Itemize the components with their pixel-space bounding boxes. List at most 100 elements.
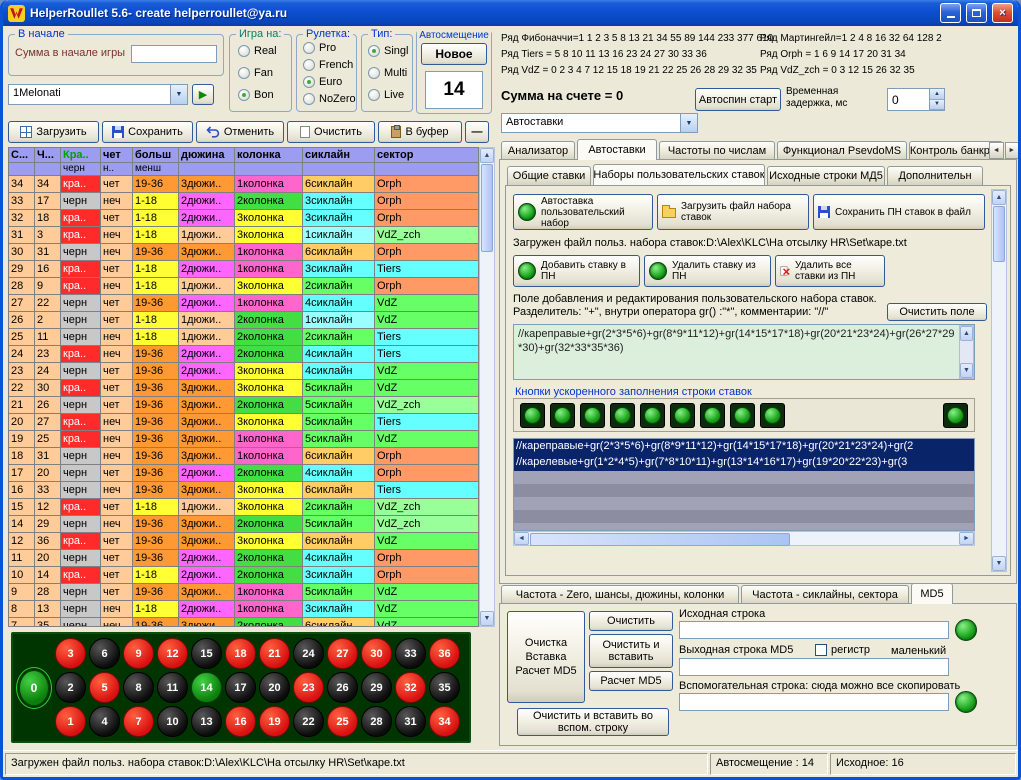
- table-row[interactable]: 813черннеч1-182дюжи..1колонка3сиклайнVdZ: [9, 601, 479, 618]
- minimize-button[interactable]: [940, 3, 961, 23]
- column-header[interactable]: Ч...: [35, 148, 61, 163]
- table-row[interactable]: 1236кра..чет19-363дюжи..3колонка6сиклайн…: [9, 533, 479, 550]
- radio-nozero[interactable]: NoZero: [303, 93, 356, 105]
- save-bet-set-file-button[interactable]: Сохранить ПН ставок в файл: [813, 194, 985, 230]
- scrollbar-track[interactable]: [992, 263, 1006, 556]
- table-row[interactable]: 1925кра..неч19-363дюжи..1колонка5сиклайн…: [9, 431, 479, 448]
- table-row[interactable]: 2324чернчет19-362дюжи..3колонка4сиклайнV…: [9, 363, 479, 380]
- roulette-number[interactable]: 4: [89, 706, 120, 737]
- tab-common-bets[interactable]: Общие ставки: [507, 166, 591, 185]
- roulette-zero[interactable]: 0: [19, 670, 49, 706]
- new-button[interactable]: Новое: [421, 43, 487, 65]
- roulette-number[interactable]: 12: [157, 638, 188, 669]
- tab-freq-zero-chances[interactable]: Частота - Zero, шансы, дюжины, колонки: [501, 585, 739, 604]
- add-bet-button[interactable]: Добавить ставку в ПН: [513, 255, 640, 287]
- md5-helper-action-button[interactable]: [955, 691, 977, 713]
- radio-live[interactable]: Live: [368, 89, 404, 101]
- md5-clear-button[interactable]: Очистить: [589, 611, 673, 631]
- undo-button[interactable]: Отменить: [196, 121, 284, 143]
- table-row[interactable]: 2722чернчет19-362дюжи..1колонка4сиклайнV…: [9, 295, 479, 312]
- table-row[interactable]: 3434кра..чет19-363дюжи..1колонка6сиклайн…: [9, 176, 479, 193]
- md5-clear-paste-helper-button[interactable]: Очистить и вставить во вспом. строку: [517, 708, 669, 736]
- tab-md5-source-strings[interactable]: Исходные строки МД5: [767, 166, 885, 185]
- scrollbar-track[interactable]: [480, 253, 494, 611]
- panel-vertical-scrollbar[interactable]: ▲ ▼: [991, 189, 1007, 572]
- tab-functional-psevdoms[interactable]: Функционал PsevdoMS: [777, 141, 907, 160]
- quick-bet-button-10[interactable]: [943, 403, 968, 428]
- list-item[interactable]: //кареправые+gr(2*3*5*6)+gr(8*9*11*12)+g…: [514, 439, 974, 455]
- quick-bet-button-3[interactable]: [580, 403, 605, 428]
- roulette-number[interactable]: 34: [429, 706, 460, 737]
- autospin-start-button[interactable]: Автоспин старт: [695, 88, 781, 111]
- bets-list[interactable]: //кареправые+gr(2*3*5*6)+gr(8*9*11*12)+g…: [513, 438, 975, 531]
- scrollbar-thumb[interactable]: [530, 533, 790, 546]
- tab-analyzer[interactable]: Анализатор: [501, 141, 575, 160]
- scroll-left-icon[interactable]: ◄: [514, 532, 529, 545]
- roulette-number[interactable]: 5: [89, 672, 120, 703]
- md5-source-action-button[interactable]: [955, 619, 977, 641]
- tab-md5[interactable]: MD5: [911, 583, 953, 604]
- quick-bet-button-7[interactable]: [700, 403, 725, 428]
- roulette-number[interactable]: 18: [225, 638, 256, 669]
- table-row[interactable]: 3317черннеч1-182дюжи..2колонка3сиклайнOr…: [9, 193, 479, 210]
- quick-bet-button-4[interactable]: [610, 403, 635, 428]
- roulette-number[interactable]: 14: [191, 672, 222, 703]
- table-row[interactable]: 1633черннеч19-363дюжи..3колонка6сиклайнT…: [9, 482, 479, 499]
- column-header[interactable]: Кра..: [61, 148, 101, 163]
- roulette-number[interactable]: 2: [55, 672, 86, 703]
- tab-additional[interactable]: Дополнительн: [887, 166, 983, 185]
- formula-scrollbar[interactable]: ▲ ▼: [959, 325, 974, 379]
- roulette-number[interactable]: 7: [123, 706, 154, 737]
- table-vertical-scrollbar[interactable]: ▲ ▼: [479, 147, 495, 627]
- roulette-number[interactable]: 6: [89, 638, 120, 669]
- scroll-down-icon[interactable]: ▼: [992, 556, 1006, 571]
- roulette-number[interactable]: 29: [361, 672, 392, 703]
- column-header[interactable]: больш: [133, 148, 179, 163]
- table-row[interactable]: 1120чернчет19-362дюжи..2колонка4сиклайнO…: [9, 550, 479, 567]
- clear-button[interactable]: Очистить: [287, 121, 375, 143]
- column-header[interactable]: колонка: [235, 148, 303, 163]
- maximize-button[interactable]: [966, 3, 987, 23]
- roulette-number[interactable]: 28: [361, 706, 392, 737]
- column-header[interactable]: сиклайн: [303, 148, 375, 163]
- radio-real[interactable]: Real: [238, 45, 277, 57]
- table-row[interactable]: 1720чернчет19-362дюжи..2колонка4сиклайнO…: [9, 465, 479, 482]
- roulette-number[interactable]: 8: [123, 672, 154, 703]
- scroll-right-icon[interactable]: ►: [959, 532, 974, 545]
- table-row[interactable]: 928чернчет19-363дюжи..1колонка5сиклайнVd…: [9, 584, 479, 601]
- table-row[interactable]: 2511черннеч1-181дюжи..2колонка2сиклайнTi…: [9, 329, 479, 346]
- scrollbar-track[interactable]: [791, 532, 959, 545]
- table-row[interactable]: 2230кра..чет19-363дюжи..3колонка5сиклайн…: [9, 380, 479, 397]
- quick-bet-button-9[interactable]: [760, 403, 785, 428]
- spinner-buttons[interactable]: ▲ ▼: [929, 89, 944, 110]
- md5-clear-paste-button[interactable]: Очистить и вставить: [589, 634, 673, 668]
- md5-big-button[interactable]: Очистка Вставка Расчет MD5: [507, 611, 585, 703]
- radio-pro[interactable]: Pro: [303, 42, 336, 54]
- scrollbar-thumb[interactable]: [481, 164, 493, 252]
- roulette-number[interactable]: 20: [259, 672, 290, 703]
- quick-bet-button-2[interactable]: [550, 403, 575, 428]
- md5-output-input[interactable]: [679, 658, 949, 676]
- table-row[interactable]: 735черннеч19-363дюжи..2колонка6сиклайнVd…: [9, 618, 479, 627]
- roulette-number[interactable]: 3: [55, 638, 86, 669]
- table-row[interactable]: 2916кра..чет1-182дюжи..1колонка3сиклайнT…: [9, 261, 479, 278]
- md5-calc-button[interactable]: Расчет MD5: [589, 671, 673, 691]
- scroll-up-icon[interactable]: ▲: [480, 148, 494, 163]
- delay-value-input[interactable]: [888, 89, 929, 110]
- spin-up-icon[interactable]: ▲: [930, 89, 944, 100]
- table-row[interactable]: 1831черннеч19-363дюжи..1колонка6сиклайнO…: [9, 448, 479, 465]
- roulette-number[interactable]: 17: [225, 672, 256, 703]
- roulette-number[interactable]: 21: [259, 638, 290, 669]
- roulette-number[interactable]: 9: [123, 638, 154, 669]
- md5-source-input[interactable]: [679, 621, 949, 639]
- roulette-number[interactable]: 1: [55, 706, 86, 737]
- tabs-scroll-left-icon[interactable]: ◄: [989, 142, 1004, 159]
- title-bar[interactable]: HelperRoullet 5.6- create helperroullet@…: [3, 0, 1018, 26]
- close-button[interactable]: ×: [992, 3, 1013, 23]
- roulette-number[interactable]: 10: [157, 706, 188, 737]
- autobets-dropdown[interactable]: Автоставки ▼: [501, 113, 698, 133]
- checkbox-icon[interactable]: [815, 644, 827, 656]
- bet-formula-textarea[interactable]: //кареправые+gr(2*3*5*6)+gr(8*9*11*12)+g…: [513, 324, 975, 380]
- table-row[interactable]: 1512кра..чет1-181дюжи..3колонка2сиклайнV…: [9, 499, 479, 516]
- roulette-number[interactable]: 24: [293, 638, 324, 669]
